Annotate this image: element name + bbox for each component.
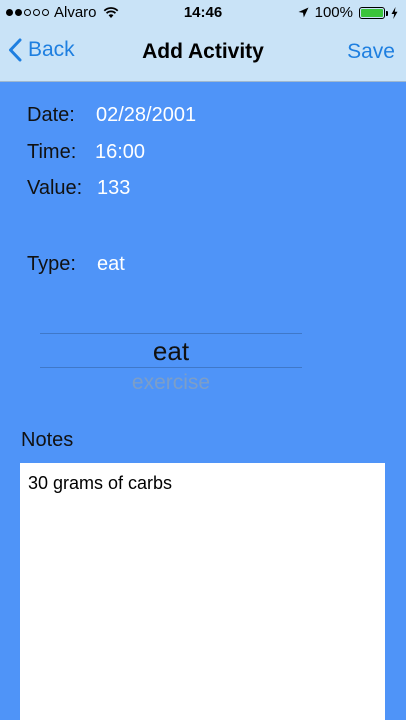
battery-icon [359, 6, 388, 19]
picker-option[interactable]: exercise [40, 371, 302, 395]
navigation-bar: Back Add Activity Save [0, 26, 406, 82]
type-label: Type: [27, 253, 76, 275]
charging-bolt-icon [391, 6, 398, 19]
value-label: Value: [27, 177, 83, 199]
time-label: Time: [27, 141, 77, 163]
type-picker[interactable]: eat exercise [40, 333, 302, 397]
page-title: Add Activity [142, 40, 264, 63]
location-arrow-icon [298, 7, 309, 18]
picker-selected-option[interactable]: eat [40, 336, 302, 367]
type-value[interactable]: eat [97, 253, 125, 276]
time-field[interactable]: Time: 16:00 [27, 141, 145, 164]
status-bar: Alvaro 14:46 100% [0, 0, 406, 26]
battery-fill [361, 8, 383, 17]
status-right: 100% [298, 4, 398, 21]
picker-bottom-line [40, 367, 302, 368]
time-value[interactable]: 16:00 [95, 141, 145, 164]
notes-text: 30 grams of carbs [28, 473, 173, 493]
notes-label: Notes [21, 429, 74, 451]
battery-percent: 100% [314, 4, 353, 21]
date-field[interactable]: Date: 02/28/2001 [27, 104, 196, 127]
picker-top-line [40, 333, 302, 334]
value-value[interactable]: 133 [97, 177, 130, 200]
date-label: Date: [27, 104, 75, 126]
type-field[interactable]: Type: eat [27, 253, 125, 276]
save-button[interactable]: Save [347, 40, 395, 64]
value-field[interactable]: Value: 133 [27, 177, 130, 200]
date-value[interactable]: 02/28/2001 [96, 104, 196, 127]
notes-textarea[interactable]: 30 grams of carbs [20, 463, 385, 720]
